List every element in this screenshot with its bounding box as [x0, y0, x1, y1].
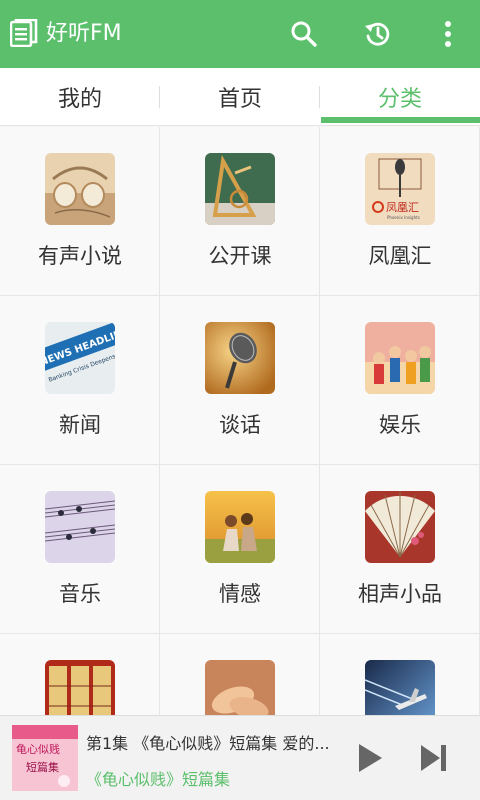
- category-entertainment[interactable]: 娱乐: [320, 296, 480, 465]
- book-list-icon[interactable]: [9, 18, 38, 48]
- people-illustration-icon: [365, 322, 435, 394]
- category-label: 音乐: [59, 582, 101, 606]
- category-item[interactable]: [0, 634, 160, 715]
- headphones-photo-icon: [45, 153, 115, 225]
- category-label: 凤凰汇: [368, 244, 432, 268]
- app-bar: 好听FM: [0, 0, 480, 68]
- chinese-screen-photo-icon: [45, 660, 115, 715]
- tab-mine[interactable]: 我的: [0, 68, 160, 126]
- next-track-button[interactable]: [416, 740, 452, 776]
- category-item[interactable]: [160, 634, 320, 715]
- category-music[interactable]: 音乐: [0, 465, 160, 634]
- history-button[interactable]: [358, 14, 398, 54]
- sheet-music-photo-icon: [45, 491, 115, 563]
- thumb-brand-subtext: Phoenix Insights: [387, 215, 420, 220]
- category-news[interactable]: NEWS HEADLINES Banking Crisis Deepens 新闻: [0, 296, 160, 465]
- microphone-photo-icon: [205, 322, 275, 394]
- skip-next-icon: [421, 745, 446, 771]
- category-phoenix[interactable]: 凤凰汇 Phoenix Insights 凤凰汇: [320, 127, 480, 296]
- thumb-brand-text: 凤凰汇: [386, 201, 419, 214]
- play-button[interactable]: [352, 740, 388, 776]
- category-emotion[interactable]: 情感: [160, 465, 320, 634]
- mini-player[interactable]: 龟心似贱 短篇集 第1集 《龟心似贱》短篇集 爱的... 《龟心似贱》短篇集: [0, 715, 480, 800]
- album-title[interactable]: 《龟心似贱》短篇集: [86, 766, 230, 790]
- phoenix-microphone-photo-icon: 凤凰汇 Phoenix Insights: [365, 153, 435, 225]
- history-icon: [365, 22, 390, 46]
- couple-field-photo-icon: [205, 491, 275, 563]
- category-label: 新闻: [59, 413, 101, 437]
- folding-fan-photo-icon: [365, 491, 435, 563]
- more-options-button[interactable]: [428, 14, 468, 54]
- hands-photo-icon: [205, 660, 275, 715]
- category-label: 情感: [219, 582, 261, 606]
- play-icon: [359, 744, 382, 772]
- category-label: 相声小品: [358, 582, 442, 606]
- category-grid: 有声小说 公开课 凤凰汇 Phoenix Insights 凤凰汇 NEWS H…: [0, 127, 480, 715]
- category-label: 公开课: [208, 244, 272, 268]
- tab-home[interactable]: 首页: [160, 68, 320, 126]
- category-audiobook[interactable]: 有声小说: [0, 127, 160, 296]
- active-tab-indicator: [321, 117, 480, 123]
- drafting-tools-photo-icon: [205, 153, 275, 225]
- search-icon: [291, 21, 317, 47]
- category-talk[interactable]: 谈话: [160, 296, 320, 465]
- category-open-course[interactable]: 公开课: [160, 127, 320, 296]
- airplane-photo-icon: [365, 660, 435, 715]
- search-button[interactable]: [284, 14, 324, 54]
- category-item[interactable]: [320, 634, 480, 715]
- cover-title-text: 龟心似贱: [16, 743, 60, 756]
- category-crosstalk[interactable]: 相声小品: [320, 465, 480, 634]
- episode-title[interactable]: 第1集 《龟心似贱》短篇集 爱的...: [86, 730, 332, 754]
- category-label: 娱乐: [379, 413, 421, 437]
- category-label: 谈话: [219, 413, 261, 437]
- cover-subtitle-text: 短篇集: [26, 760, 59, 774]
- news-headlines-photo-icon: NEWS HEADLINES Banking Crisis Deepens: [45, 322, 115, 394]
- category-label: 有声小说: [38, 244, 122, 268]
- app-title: 好听FM: [46, 21, 122, 46]
- more-vertical-icon: [445, 21, 451, 47]
- album-cover-image[interactable]: 龟心似贱 短篇集: [12, 725, 78, 791]
